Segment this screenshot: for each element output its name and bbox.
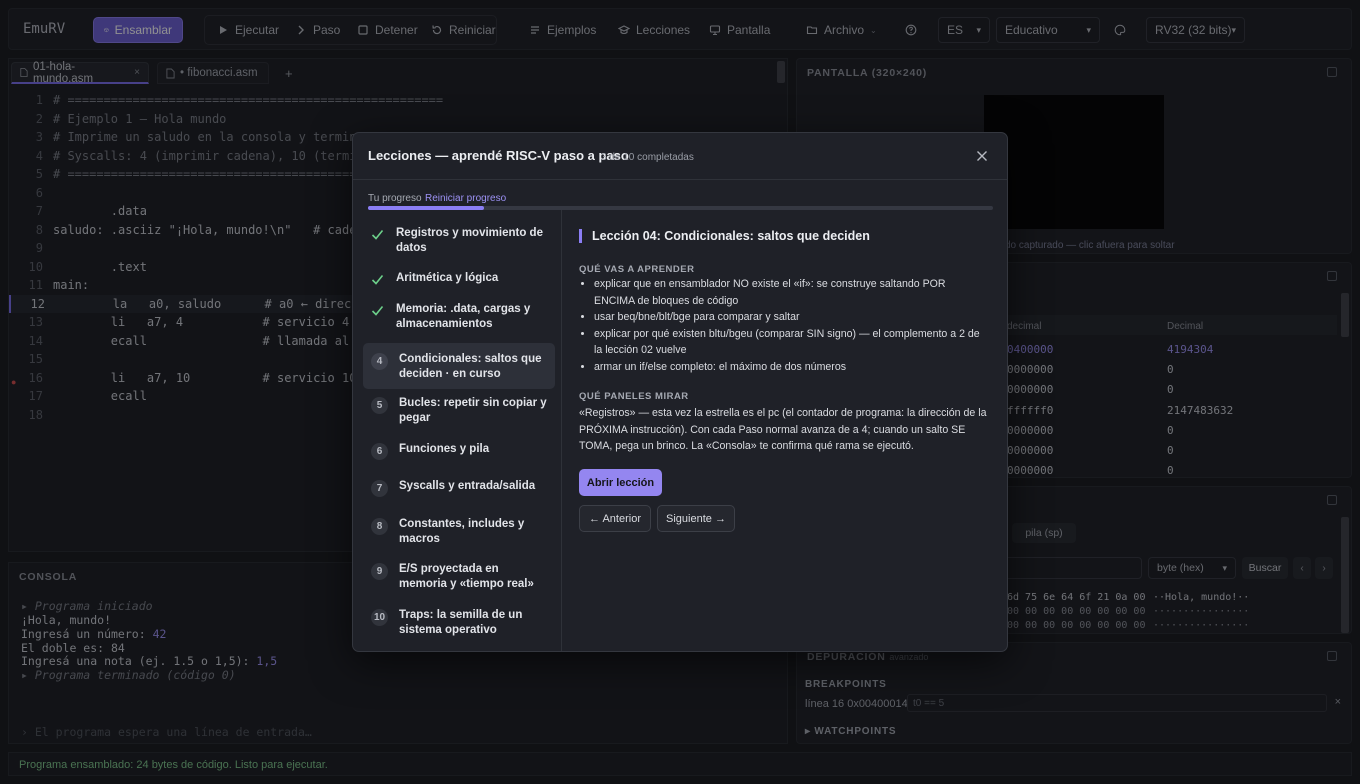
close-icon[interactable] [973,147,991,165]
lesson-item[interactable]: 4 Condicionales: saltos que deciden · en … [363,343,555,389]
lesson-title: Bucles: repetir sin copiar y pegar [399,397,547,424]
lesson-number-badge: 7 [371,480,388,497]
divider [561,210,562,651]
learn-item: armar un if/else completo: el máximo de … [594,359,989,376]
lesson-number-badge: 9 [371,563,388,580]
lesson-number-badge: 5 [371,397,388,414]
dialog-subtitle: 3 de 10 completadas [601,152,694,163]
lessons-dialog: Lecciones — aprendé RISC-V paso a paso 3… [352,132,1008,652]
learn-item: explicar que en ensamblador NO existe el… [594,276,989,309]
dialog-title: Lecciones — aprendé RISC-V paso a paso [368,148,629,163]
learn-heading: QUÉ VAS A APRENDER [579,264,695,275]
lesson-item[interactable]: 8 Constantes, includes y macros [363,516,555,546]
check-icon [371,229,384,240]
next-lesson-button[interactable]: Siguiente → [657,505,735,532]
progress-label: Tu progreso [368,193,422,204]
divider [353,179,1007,180]
open-lesson-button[interactable]: Abrir lección [579,469,662,496]
panels-text: «Registros» — esta vez la estrella es el… [579,407,987,453]
lesson-number-badge: 8 [371,518,388,535]
lesson-number-badge: 6 [371,443,388,460]
lesson-title: Memoria: .data, cargas y almacenamientos [396,303,531,330]
lesson-title: Condicionales: saltos que deciden · en c… [399,353,542,380]
learn-item: explicar por qué existen bltu/bgeu (comp… [594,326,989,359]
lesson-item[interactable]: 6 Funciones y pila [363,441,555,460]
reset-progress-link[interactable]: Reiniciar progreso [425,193,506,204]
panels-heading: QUÉ PANELES MIRAR [579,391,689,402]
previous-lesson-button[interactable]: ← Anterior [579,505,651,532]
lesson-title: Traps: la semilla de un sistema operativ… [399,609,523,636]
lesson-item[interactable]: Memoria: .data, cargas y almacenamientos [363,301,555,331]
lesson-item[interactable]: Registros y movimiento de datos [363,225,555,255]
learn-list: explicar que en ensamblador NO existe el… [579,276,989,376]
lesson-item[interactable]: 10 Traps: la semilla de un sistema operat… [363,607,555,637]
lesson-item[interactable]: 9 E/S proyectada en memoria y «tiempo rea… [363,561,555,591]
lesson-title: E/S proyectada en memoria y «tiempo real… [399,563,534,590]
lesson-title: Registros y movimiento de datos [396,227,543,254]
lesson-item[interactable]: 5 Bucles: repetir sin copiar y pegar [363,395,555,425]
lesson-title: Constantes, includes y macros [399,518,525,545]
lesson-item[interactable]: 7 Syscalls y entrada/salida [363,478,555,497]
check-icon [371,274,384,285]
progress-fill [368,206,485,210]
lesson-title: Lección 04: Condicionales: saltos que de… [579,229,870,243]
progress-bar [368,206,993,210]
lesson-number-badge: 4 [371,353,388,370]
lesson-number-badge: 10 [371,609,388,626]
check-icon [371,305,384,316]
lesson-title: Funciones y pila [399,443,490,455]
lesson-title: Aritmética y lógica [396,272,499,284]
lesson-item[interactable]: Aritmética y lógica [363,270,555,286]
lesson-title: Syscalls y entrada/salida [399,480,536,492]
learn-item: usar beq/bne/blt/bge para comparar y sal… [594,309,989,326]
